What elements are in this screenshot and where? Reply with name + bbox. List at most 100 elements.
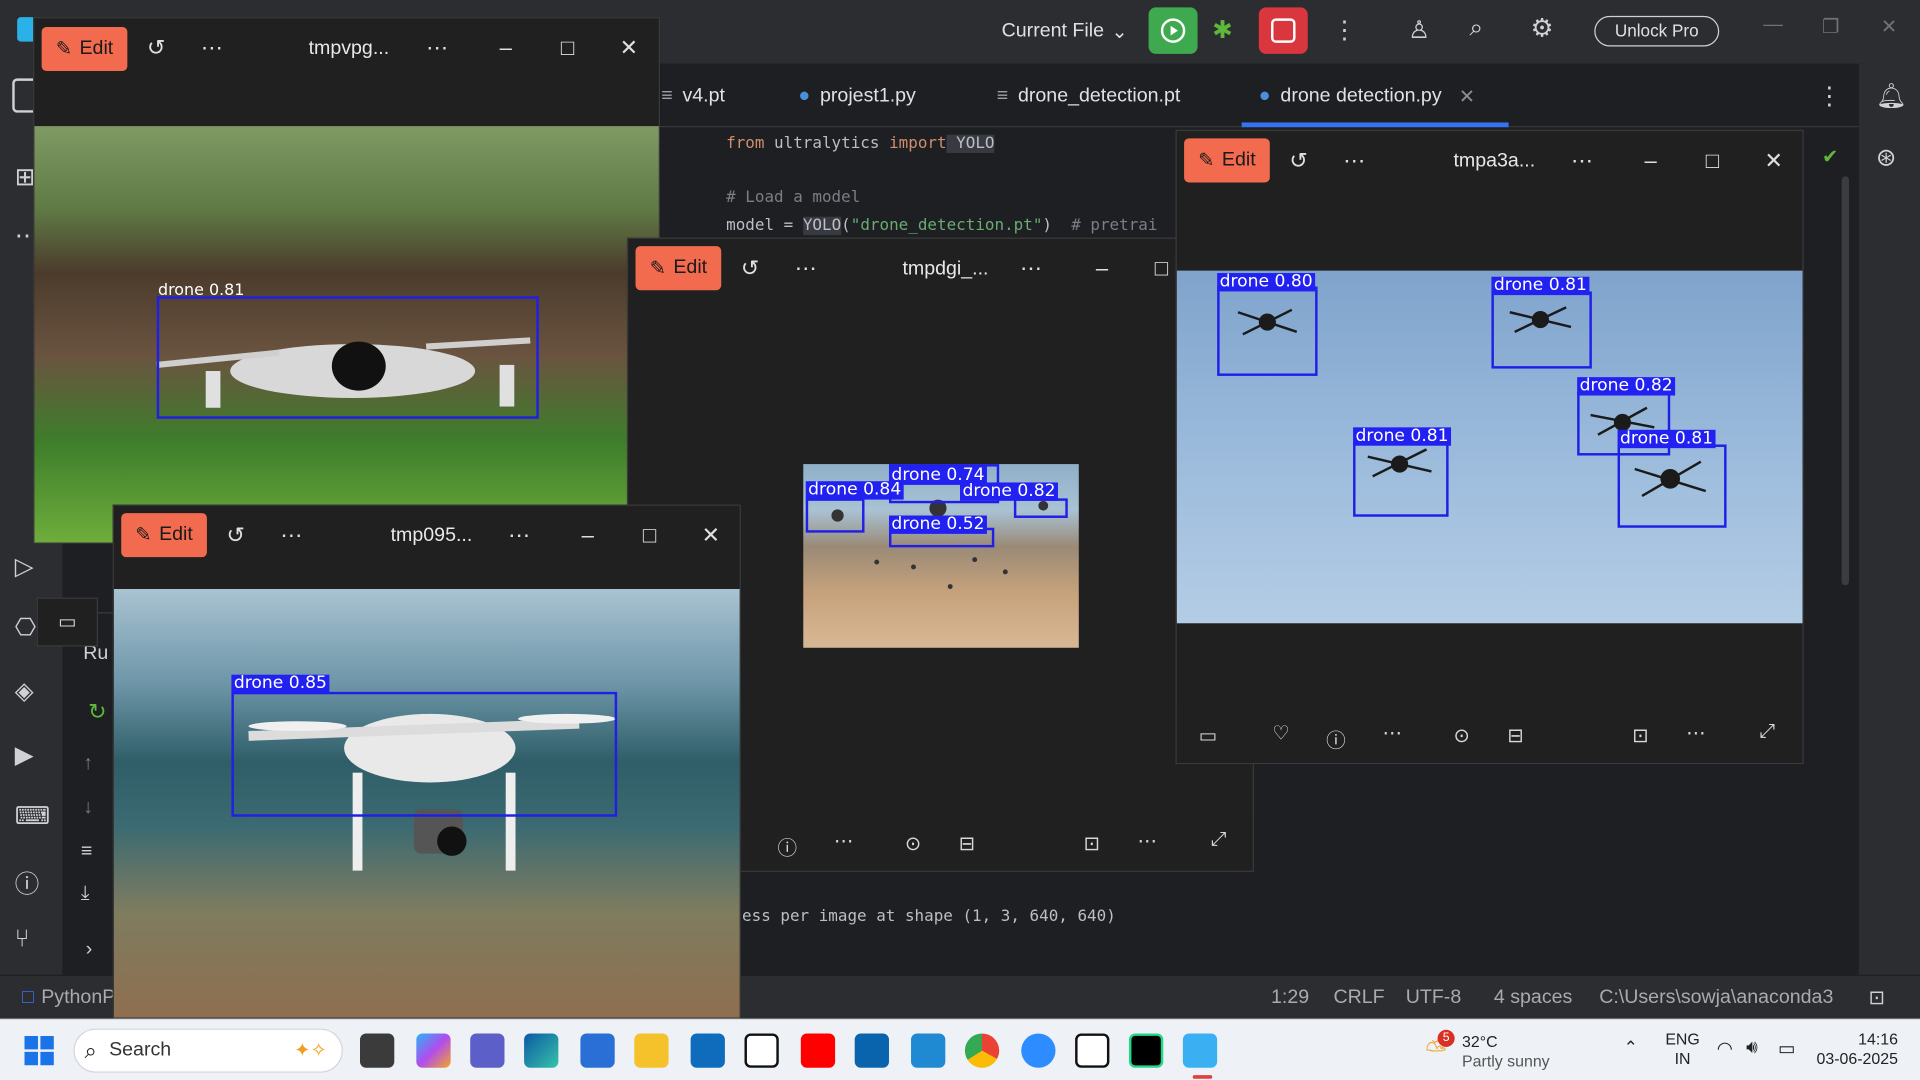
more-icon[interactable]: ⋯ [1343,148,1365,172]
caret-position[interactable]: 1:29 [1271,987,1309,1009]
minimize-icon[interactable]: – [500,36,512,60]
window-close-icon[interactable]: ✕ [1881,15,1897,39]
stop-button[interactable] [1258,7,1308,54]
terminal-icon[interactable]: ⌨ [15,801,50,832]
maximize-icon[interactable]: □ [561,36,574,60]
text-scan-icon[interactable]: ⊟ [959,831,975,855]
maximize-icon[interactable]: □ [643,523,656,547]
tab-drone-detection-py[interactable]: ● drone detection.py ✕ [1259,81,1475,113]
window-minimize-icon[interactable]: — [1763,15,1783,37]
notion-icon-2[interactable] [1075,1033,1110,1068]
run-tool-icon[interactable]: ▷ [15,551,34,582]
notion-icon[interactable] [744,1033,779,1068]
fit-icon[interactable]: ⊡ [1632,724,1648,748]
line-separator[interactable]: CRLF [1333,987,1384,1009]
more-icon[interactable]: ⋯ [1382,721,1402,745]
fit-icon[interactable]: ⊡ [1084,831,1100,855]
edit-button[interactable]: ✎ Edit [1184,138,1270,183]
git-icon[interactable]: ⑂ [15,926,30,954]
edit-button[interactable]: ✎ Edit [635,246,722,291]
edit-button[interactable]: ✎ Edit [41,26,128,72]
more-icon[interactable]: ⋯ [508,523,530,547]
chrome-icon[interactable] [964,1033,1000,1068]
unlock-pro-button[interactable]: Unlock Pro [1594,15,1720,47]
close-tab-icon[interactable]: ✕ [1459,84,1475,108]
info-icon[interactable]: ⓘ [1326,724,1346,753]
minimize-icon[interactable]: – [1645,148,1657,172]
photo-viewer-window-3[interactable]: ✎ Edit ↺ ⋯ tmpa3a... ⋯ – □ ✕ drone 0.80 d… [1175,129,1804,765]
more-icon[interactable]: ⋯ [201,36,223,60]
photo-viewer-window-4[interactable]: ✎ Edit ↺ ⋯ tmp095... ⋯ – □ ✕ drone 0.85 [112,504,741,1019]
maximize-icon[interactable]: □ [1706,148,1719,172]
close-icon[interactable]: ✕ [1765,148,1783,172]
settings-gear-icon[interactable]: ⚙ [1531,13,1554,44]
more-icon[interactable]: ⋯ [795,256,817,280]
language-indicator[interactable]: ENG IN [1665,1030,1699,1069]
more-icon[interactable]: ⋯ [280,523,302,547]
add-user-icon[interactable]: ♙ [1408,15,1430,46]
filmstrip-icon[interactable]: ▭ [1199,724,1218,748]
scroll-end-icon[interactable]: ⤓ [81,883,90,905]
outlook-classic-icon[interactable] [854,1033,889,1068]
favorite-heart-icon[interactable]: ♡ [1272,721,1290,745]
window-restore-icon[interactable]: ❐ [1822,15,1840,39]
windows-start-icon[interactable] [24,1035,54,1066]
tabs-more-icon[interactable]: ⋮ [1817,81,1841,112]
filmstrip-icon[interactable]: ▭ [36,597,98,647]
visual-search-icon[interactable]: ⊙ [1453,724,1469,748]
tab-v4-pt[interactable]: ≡ v4.pt [661,81,725,113]
more-icon[interactable]: ⋯ [1686,721,1706,745]
more-icon[interactable]: ⋯ [1020,256,1042,280]
more-vert-icon[interactable]: ⋮ [1332,15,1356,46]
more-icon[interactable]: ⋯ [834,829,854,853]
rotate-icon[interactable]: ↺ [1289,148,1307,172]
more-icon[interactable]: ⋯ [1138,829,1158,853]
more-icon[interactable]: ⋯ [426,36,448,60]
notifications-bell-icon[interactable]: 🔔︎ [1876,81,1907,112]
battery-icon[interactable]: ▭ [1778,1037,1795,1059]
debug-icon[interactable]: ✱ [1212,15,1233,46]
pycharm-taskbar-icon[interactable] [1128,1033,1164,1068]
rotate-icon[interactable]: ↺ [227,523,245,547]
minimize-icon[interactable]: – [1096,256,1108,280]
maximize-icon[interactable]: □ [1155,256,1168,280]
volume-icon[interactable]: 🔊︎ [1746,1037,1758,1058]
taskbar-search[interactable]: ⌕ Search ✦✧ [73,1028,343,1073]
project-breadcrumb[interactable]: □ PythonP [22,987,115,1009]
clock[interactable]: 14:16 03-06-2025 [1812,1030,1898,1069]
outlook-icon[interactable] [690,1033,725,1068]
ai-assistant-icon[interactable]: ⊛ [1876,142,1897,173]
task-view-icon[interactable] [360,1033,395,1068]
rotate-icon[interactable]: ↺ [741,256,759,280]
arrow-up-icon[interactable]: ↑ [83,753,93,775]
file-encoding[interactable]: UTF-8 [1406,987,1462,1009]
more-icon[interactable]: ⋯ [1571,148,1593,172]
visual-search-icon[interactable]: ⊙ [905,831,921,855]
vscode-icon[interactable] [911,1033,946,1068]
services-icon[interactable]: ▶ [15,740,34,771]
close-icon[interactable]: ✕ [620,36,638,60]
file-explorer-icon[interactable] [634,1033,669,1068]
edge-icon[interactable] [524,1033,559,1068]
weather-widget[interactable]: ⛅︎ 5 32°C Partly sunny [1423,1029,1558,1074]
zoom-icon[interactable] [1021,1033,1056,1068]
editor-scrollbar[interactable] [1841,176,1849,586]
edit-button[interactable]: ✎ Edit [121,513,207,558]
chevron-up-icon[interactable]: ⌃ [1624,1037,1638,1058]
tab-projest1[interactable]: ● projest1.py [798,81,915,113]
fullscreen-icon[interactable]: ⤢ [1211,829,1227,851]
run-config-dropdown[interactable]: Current File ⌄ [1002,20,1128,44]
expand-icon[interactable]: › [86,939,93,961]
text-scan-icon[interactable]: ⊟ [1507,724,1523,748]
lock-icon[interactable]: ⊡ [1869,986,1885,1010]
layers-icon[interactable]: ◈ [15,676,34,707]
teams-icon[interactable] [470,1033,505,1068]
python-packages-icon[interactable]: ⎔ [15,612,36,643]
photo-viewer-window-1[interactable]: ✎ Edit ↺ ⋯ tmpvpg... ⋯ – □ ✕ drone 0.81 [33,17,661,544]
store-icon[interactable] [580,1033,615,1068]
arrow-down-icon[interactable]: ↓ [83,797,93,819]
info-icon[interactable]: ⓘ [778,831,798,860]
indent-setting[interactable]: 4 spaces [1494,987,1572,1009]
interpreter-path[interactable]: C:\Users\sowja\anaconda3 [1599,987,1833,1009]
rerun-button[interactable] [1148,7,1198,54]
